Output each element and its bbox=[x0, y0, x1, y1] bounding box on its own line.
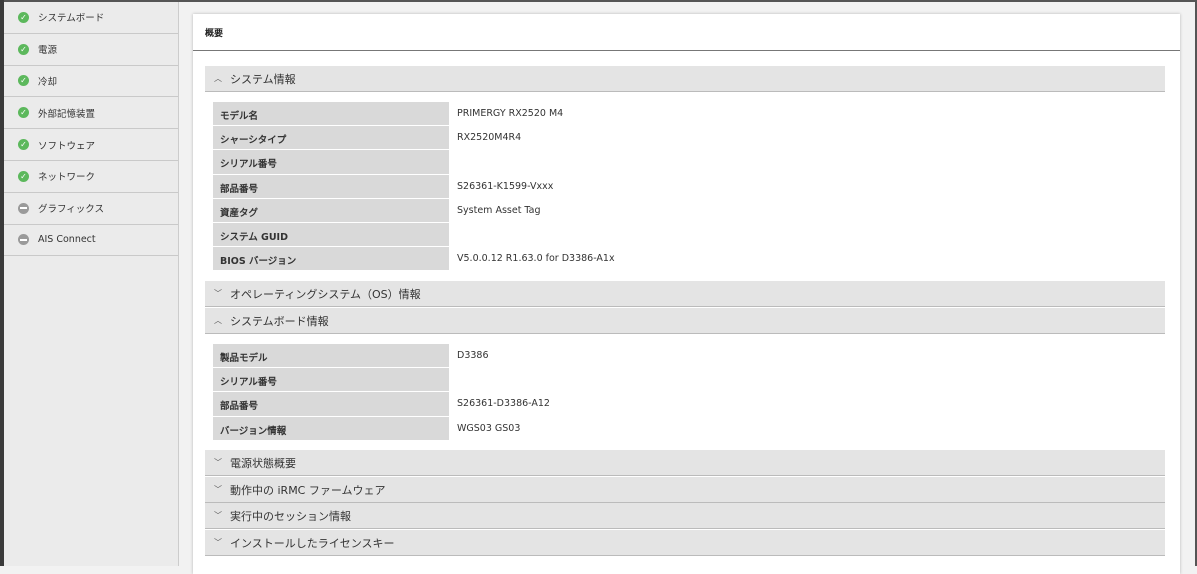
chevron-up-icon: ︿ bbox=[214, 316, 222, 325]
row-value: S26361-K1599-Vxxx bbox=[457, 180, 554, 192]
row-label: 資産タグ bbox=[213, 198, 449, 222]
chevron-up-icon: ︿ bbox=[214, 74, 222, 83]
check-icon: ✓ bbox=[18, 11, 29, 23]
section-label: システム情報 bbox=[230, 72, 296, 86]
sidebar-item-label: システムボード bbox=[38, 13, 105, 25]
section-label: 実行中のセッション情報 bbox=[230, 509, 351, 523]
check-icon: ✓ bbox=[18, 139, 29, 151]
section-system-board-info[interactable]: ︿ システムボード情報 bbox=[205, 308, 1165, 334]
row-label: BIOS バージョン bbox=[213, 247, 449, 271]
section-sessions[interactable]: ﹀ 実行中のセッション情報 bbox=[205, 503, 1165, 529]
row-label: 部品番号 bbox=[213, 174, 449, 198]
row-value: System Asset Tag bbox=[457, 204, 541, 216]
row-value: S26361-D3386-A12 bbox=[457, 398, 550, 410]
row-value bbox=[449, 368, 457, 391]
section-label: システムボード情報 bbox=[230, 314, 329, 328]
check-icon: ✓ bbox=[18, 107, 29, 119]
system-info-table: モデル名 PRIMERGY RX2520 M4 シャーシタイプ RX2520M4R4… bbox=[213, 102, 1165, 272]
panel-title: 概要 bbox=[193, 14, 1180, 51]
row-label: シリアル番号 bbox=[213, 368, 449, 392]
sidebar-item-graphics[interactable]: グラフィックス bbox=[4, 193, 178, 225]
table-row: 部品番号 S26361-K1599-Vxxx bbox=[213, 174, 1165, 199]
chevron-down-icon: ﹀ bbox=[214, 289, 222, 298]
minus-circle-icon bbox=[18, 202, 29, 214]
sidebar-item-storage[interactable]: ✓ 外部記憶装置 bbox=[4, 97, 178, 130]
table-row: 資産タグ System Asset Tag bbox=[213, 198, 1165, 223]
section-label: 電源状態概要 bbox=[230, 456, 296, 470]
sidebar-item-label: ネットワーク bbox=[38, 172, 96, 184]
section-label: 動作中の iRMC ファームウェア bbox=[230, 483, 386, 497]
sidebar: ✓ システムボード ✓ 電源 ✓ 冷却 ✓ 外部記憶装置 ✓ ソフトウェア ✓ ネットワーク… bbox=[4, 2, 179, 566]
minus-circle-icon bbox=[18, 234, 29, 246]
row-value: V5.0.0.12 R1.63.0 for D3386-A1x bbox=[457, 253, 615, 265]
table-row: システム GUID bbox=[213, 222, 1165, 248]
row-value: WGS03 GS03 bbox=[457, 422, 521, 434]
overview-panel: 概要 ︿ システム情報 モデル名 PRIMERGY RX2520 M4 シャーシタイ… bbox=[193, 14, 1180, 574]
table-row: シリアル番号 bbox=[213, 368, 1165, 393]
table-row: 製品モデル D3386 bbox=[213, 344, 1165, 369]
table-row: 部品番号 S26361-D3386-A12 bbox=[213, 392, 1165, 417]
sidebar-item-network[interactable]: ✓ ネットワーク bbox=[4, 161, 178, 193]
row-value bbox=[449, 223, 457, 246]
section-label: オペレーティングシステム（OS）情報 bbox=[230, 287, 421, 301]
row-value: PRIMERGY RX2520 M4 bbox=[457, 108, 564, 119]
chevron-down-icon: ﹀ bbox=[214, 458, 222, 467]
sidebar-item-label: 電源 bbox=[38, 45, 58, 57]
chevron-down-icon: ﹀ bbox=[214, 485, 222, 494]
chevron-down-icon: ﹀ bbox=[214, 511, 222, 520]
table-row: モデル名 PRIMERGY RX2520 M4 bbox=[213, 102, 1165, 127]
check-icon: ✓ bbox=[18, 43, 29, 55]
system-board-table: 製品モデル D3386 シリアル番号 部品番号 S26361-D3386-A12 バ… bbox=[213, 344, 1165, 441]
sidebar-item-system-board[interactable]: ✓ システムボード bbox=[4, 2, 178, 34]
row-label: シャーシタイプ bbox=[213, 126, 449, 150]
sidebar-item-label: 冷却 bbox=[38, 76, 58, 88]
row-label: システム GUID bbox=[213, 222, 449, 247]
section-system-info[interactable]: ︿ システム情報 bbox=[205, 66, 1165, 92]
check-icon: ✓ bbox=[18, 75, 29, 87]
check-icon: ✓ bbox=[18, 170, 29, 182]
section-irmc-firmware[interactable]: ﹀ 動作中の iRMC ファームウェア bbox=[205, 477, 1165, 503]
row-label: バージョン情報 bbox=[213, 416, 449, 440]
sidebar-item-label: AIS Connect bbox=[38, 234, 96, 246]
window-frame-top bbox=[0, 0, 1197, 2]
row-value bbox=[449, 150, 457, 173]
table-row: BIOS バージョン V5.0.0.12 R1.63.0 for D3386-A1… bbox=[213, 247, 1165, 272]
section-power-status[interactable]: ﹀ 電源状態概要 bbox=[205, 450, 1165, 476]
row-label: 製品モデル bbox=[213, 344, 449, 368]
sidebar-item-label: グラフィックス bbox=[38, 204, 105, 216]
sidebar-item-label: 外部記憶装置 bbox=[38, 108, 96, 120]
section-label: インストールしたライセンスキー bbox=[230, 536, 395, 550]
section-license-keys[interactable]: ﹀ インストールしたライセンスキー bbox=[205, 530, 1165, 556]
sidebar-item-cooling[interactable]: ✓ 冷却 bbox=[4, 66, 178, 98]
row-label: モデル名 bbox=[213, 102, 449, 126]
chevron-down-icon: ﹀ bbox=[214, 538, 222, 547]
row-value: D3386 bbox=[457, 350, 489, 361]
table-row: シリアル番号 bbox=[213, 150, 1165, 175]
row-label: 部品番号 bbox=[213, 392, 449, 416]
table-row: シャーシタイプ RX2520M4R4 bbox=[213, 126, 1165, 151]
section-os-info[interactable]: ﹀ オペレーティングシステム（OS）情報 bbox=[205, 281, 1165, 307]
table-row: バージョン情報 WGS03 GS03 bbox=[213, 416, 1165, 441]
sidebar-item-power[interactable]: ✓ 電源 bbox=[4, 34, 178, 66]
sidebar-item-ais-connect[interactable]: AIS Connect bbox=[4, 225, 178, 257]
row-label: シリアル番号 bbox=[213, 150, 449, 174]
sidebar-item-software[interactable]: ✓ ソフトウェア bbox=[4, 129, 178, 161]
row-value: RX2520M4R4 bbox=[457, 132, 522, 144]
sidebar-item-label: ソフトウェア bbox=[38, 140, 96, 152]
